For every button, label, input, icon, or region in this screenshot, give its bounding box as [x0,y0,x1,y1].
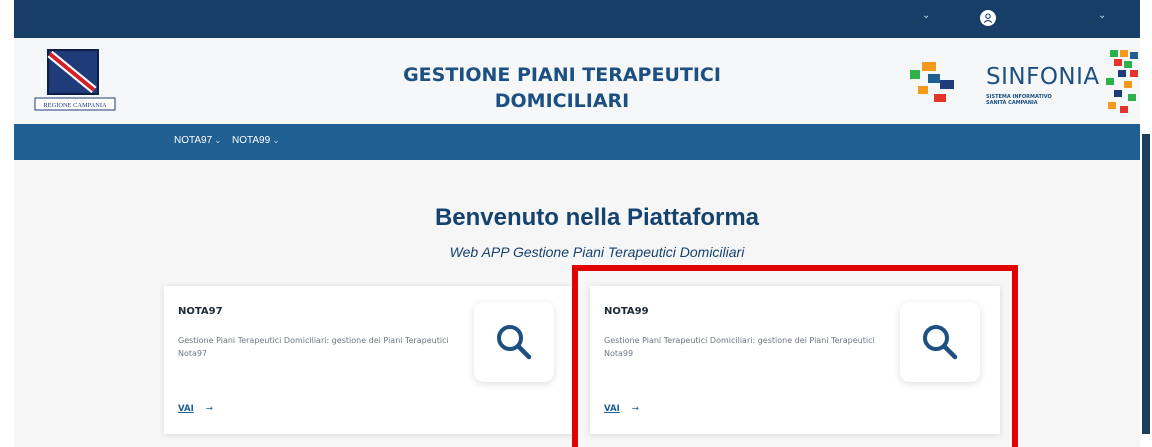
chevron-down-icon: ⌄ [214,135,222,145]
card-description: Gestione Piani Terapeutici Domiciliari: … [178,336,449,358]
vai-link[interactable]: VAI → [178,404,213,414]
user-icon[interactable] [980,10,996,26]
main-nav: NOTA97 ⌄ NOTA99 ⌄ [14,124,1140,160]
nav-item-label: NOTA97 [174,135,213,146]
nav-item-nota99[interactable]: NOTA99 ⌄ [232,135,280,146]
card-nota97: NOTA97 Gestione Piani Terapeutici Domici… [164,286,574,434]
brand-subtitle-line-2: SANITÀ CAMPANIA [986,100,1038,106]
page-title: GESTIONE PIANI TERAPEUTICI DOMICILIARI [334,62,790,114]
welcome-heading: Benvenuto nella Piattaforma [434,204,760,231]
top-bar: ⌄ ⌄ [14,0,1140,38]
chevron-down-icon: ⌄ [272,135,280,145]
highlight-box [572,265,1018,447]
nav-item-label: NOTA99 [232,135,271,146]
vai-label: VAI [178,404,194,414]
scrollbar-thumb[interactable] [1142,134,1150,434]
logo-caption: REGIONE CAMPANIA [43,102,107,109]
card-title: NOTA97 [178,306,223,317]
welcome-subtitle: Web APP Gestione Piani Terapeutici Domic… [449,244,745,260]
scrollbar[interactable] [1140,124,1152,447]
title-line-2: DOMICILIARI [494,90,630,112]
site-header: REGIONE CAMPANIA GESTIONE PIANI TERAPEUT… [14,38,1140,124]
search-button[interactable] [474,302,554,382]
chevron-down-icon[interactable]: ⌄ [1098,10,1106,21]
regione-campania-logo[interactable]: REGIONE CAMPANIA [34,48,116,114]
arrow-right-icon: → [205,404,213,414]
brand-name: SINFONIA [986,64,1100,90]
page: ⌄ ⌄ REGIONE CAMPANIA GESTIONE PIANI TERA… [0,0,1152,447]
search-icon [497,325,532,360]
title-line-1: GESTIONE PIANI TERAPEUTICI [403,64,721,86]
brand-subtitle: SISTEMA INFORMATIVO SANITÀ CAMPANIA [986,94,1066,106]
chevron-down-icon[interactable]: ⌄ [922,10,930,21]
nav-item-nota97[interactable]: NOTA97 ⌄ [174,135,222,146]
